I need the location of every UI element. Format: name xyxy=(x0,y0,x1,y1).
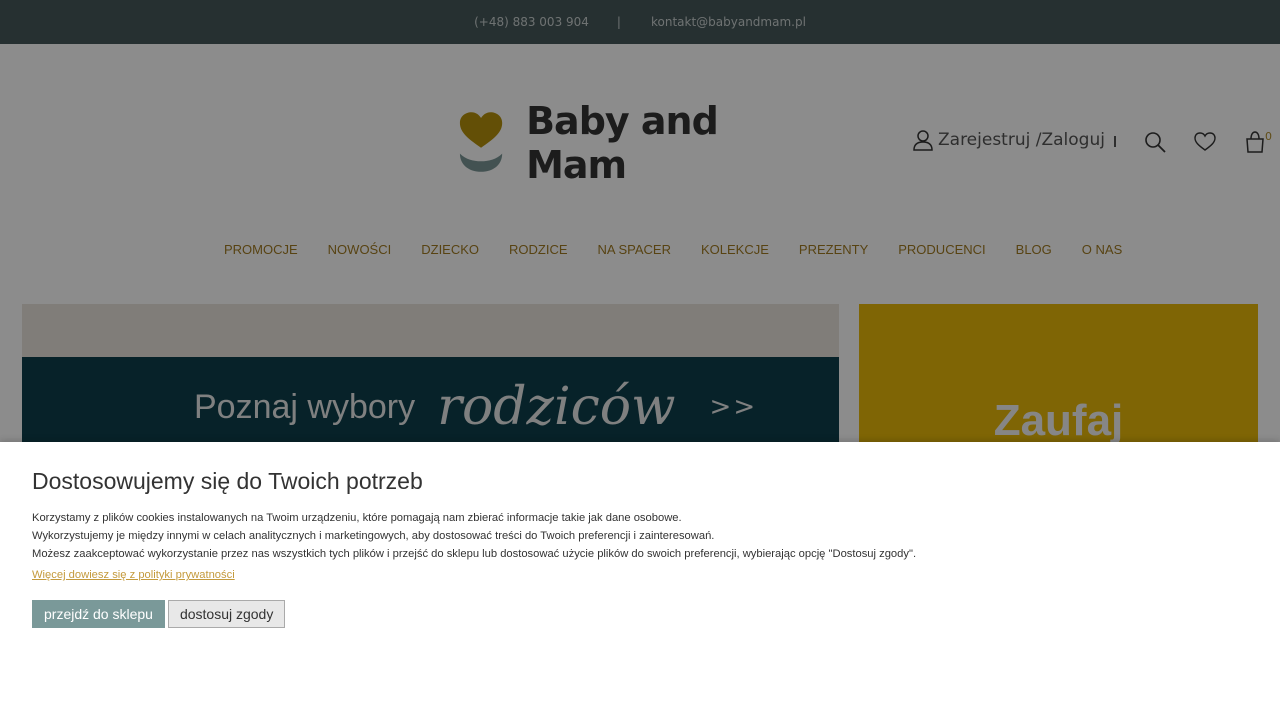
accept-cookies-button[interactable]: przejdź do sklepu xyxy=(32,600,165,628)
cookie-text-line-2: Wykorzystujemy je między innymi w celach… xyxy=(32,530,715,542)
cookie-text-line-1: Korzystamy z plików cookies instalowanyc… xyxy=(32,512,682,524)
modal-overlay xyxy=(0,0,1280,442)
customize-cookies-button[interactable]: dostosuj zgody xyxy=(167,600,286,628)
cookie-text-line-3: Możesz zaakceptować wykorzystanie przez … xyxy=(32,548,917,560)
privacy-policy-link[interactable]: Więcej dowiesz się z polityki prywatnośc… xyxy=(32,566,235,584)
cookie-buttons: przejdź do sklepu dostosuj zgody xyxy=(32,600,1248,628)
cookie-consent-panel: Dostosowujemy się do Twoich potrzeb Korz… xyxy=(0,442,1280,720)
cookie-title: Dostosowujemy się do Twoich potrzeb xyxy=(32,468,423,494)
